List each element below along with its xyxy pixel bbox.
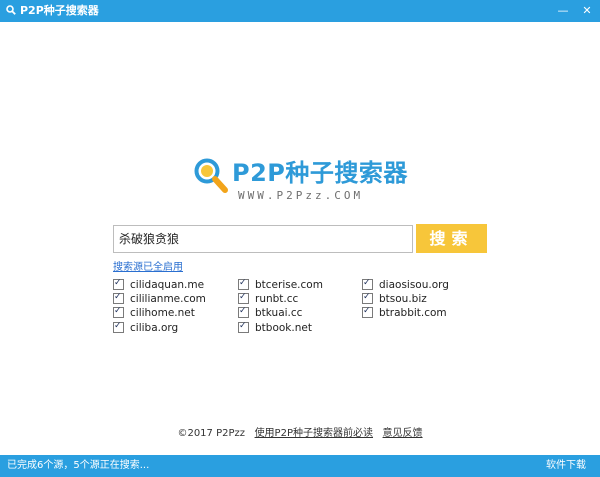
- checkbox[interactable]: [238, 278, 249, 290]
- must-read-link[interactable]: 使用P2P种子搜索器前必读: [255, 428, 373, 439]
- status-text: 已完成6个源，5个源正在搜索...: [7, 460, 150, 471]
- source-label: btbook.net: [255, 322, 312, 334]
- source-label: cilihome.net: [130, 307, 195, 319]
- source-btsou[interactable]: btsou.biz: [362, 292, 427, 306]
- source-label: diaosisou.org: [379, 279, 449, 291]
- source-btrabbit[interactable]: btrabbit.com: [362, 306, 447, 320]
- source-cilidaquan[interactable]: cilidaquan.me: [113, 278, 205, 292]
- source-cililianme[interactable]: cililianme.com: [113, 292, 206, 306]
- copyright-text: ©2017 P2Pzz: [177, 428, 246, 439]
- source-runbt[interactable]: runbt.cc: [238, 292, 299, 306]
- close-button[interactable]: ✕: [576, 0, 598, 22]
- status-bar: 已完成6个源，5个源正在搜索... 软件下载: [0, 455, 600, 477]
- source-cilihome[interactable]: cilihome.net: [113, 306, 195, 320]
- checkbox[interactable]: [362, 306, 373, 318]
- magnifier-logo-icon: [194, 158, 228, 193]
- search-input[interactable]: [114, 226, 412, 250]
- checkbox[interactable]: [362, 278, 373, 290]
- source-label: cililianme.com: [130, 293, 206, 305]
- source-ciliba[interactable]: ciliba.org: [113, 321, 179, 335]
- checkbox[interactable]: [238, 292, 249, 304]
- checkbox[interactable]: [238, 321, 249, 333]
- checkbox[interactable]: [113, 306, 124, 318]
- sources-enabled-link[interactable]: 搜索源已全启用: [113, 262, 183, 274]
- search-box: [113, 225, 413, 253]
- source-btbook[interactable]: btbook.net: [238, 321, 312, 335]
- checkbox[interactable]: [113, 278, 124, 290]
- source-label: btsou.biz: [379, 293, 427, 305]
- source-label: runbt.cc: [255, 293, 299, 305]
- source-btkuai[interactable]: btkuai.cc: [238, 306, 303, 320]
- source-label: btcerise.com: [255, 279, 323, 291]
- app-icon: [6, 5, 16, 15]
- logo-brand-text: P2P种子搜索器: [232, 159, 408, 187]
- download-link[interactable]: 软件下载: [546, 455, 586, 477]
- source-diaosisou[interactable]: diaosisou.org: [362, 278, 449, 292]
- checkbox[interactable]: [113, 292, 124, 304]
- checkbox[interactable]: [238, 306, 249, 318]
- source-label: btrabbit.com: [379, 307, 447, 319]
- feedback-link[interactable]: 意见反馈: [383, 428, 423, 439]
- logo-url-text: WWW.P2Pzz.COM: [238, 189, 364, 202]
- source-label: cilidaquan.me: [130, 279, 205, 291]
- logo: P2P种子搜索器 WWW.P2Pzz.COM: [192, 156, 422, 208]
- title-bar: P2P种子搜索器 — ✕: [0, 0, 600, 22]
- source-label: btkuai.cc: [255, 307, 303, 319]
- window-title: P2P种子搜索器: [20, 4, 99, 17]
- checkbox[interactable]: [362, 292, 373, 304]
- source-btcerise[interactable]: btcerise.com: [238, 278, 323, 292]
- source-label: ciliba.org: [130, 322, 179, 334]
- checkbox[interactable]: [113, 321, 124, 333]
- footer: ©2017 P2Pzz 使用P2P种子搜索器前必读 意见反馈: [0, 428, 600, 440]
- source-list: cilidaquan.me cililianme.com cilihome.ne…: [113, 278, 483, 339]
- search-button[interactable]: 搜索: [416, 224, 487, 253]
- minimize-button[interactable]: —: [552, 0, 574, 22]
